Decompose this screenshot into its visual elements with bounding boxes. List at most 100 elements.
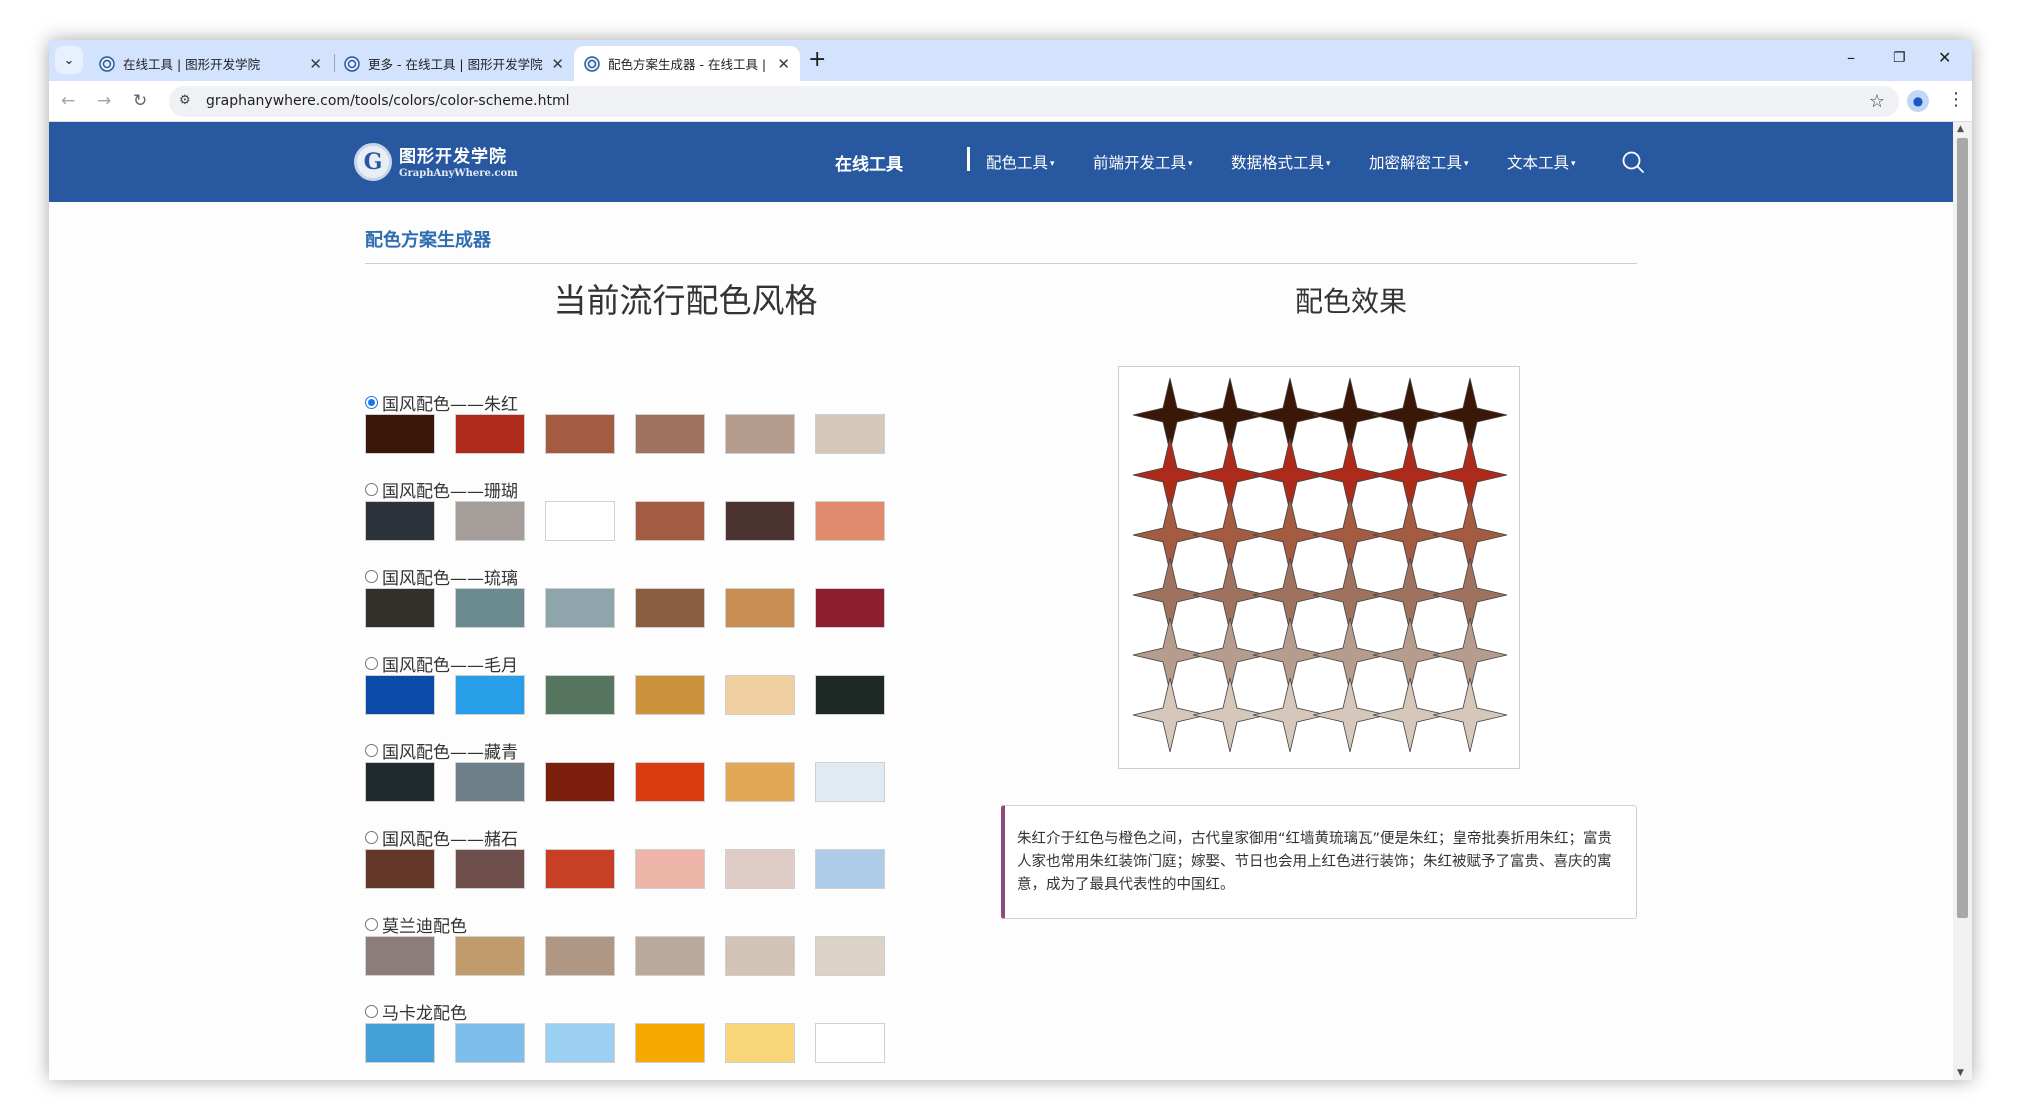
color-swatch[interactable]: [545, 414, 615, 454]
color-swatch[interactable]: [725, 936, 795, 976]
minimize-icon[interactable]: –: [1847, 48, 1855, 67]
site-info-icon[interactable]: ⚙: [179, 93, 191, 108]
back-arrow-icon[interactable]: ←: [61, 91, 75, 111]
scheme-option[interactable]: 国风配色——赭石: [365, 826, 885, 889]
url-text[interactable]: graphanywhere.com/tools/colors/color-sch…: [206, 93, 570, 109]
color-swatch[interactable]: [815, 414, 885, 454]
color-swatch[interactable]: [815, 762, 885, 802]
color-swatch[interactable]: [725, 414, 795, 454]
color-swatch[interactable]: [365, 501, 435, 541]
color-swatch[interactable]: [455, 1023, 525, 1063]
color-swatch[interactable]: [635, 762, 705, 802]
color-swatch[interactable]: [545, 588, 615, 628]
scrollbar-thumb[interactable]: [1957, 138, 1968, 918]
color-swatch[interactable]: [455, 675, 525, 715]
tab-online-tools[interactable]: 在线工具 | 图形开发学院 ✕: [89, 46, 332, 81]
address-bar[interactable]: ⚙ graphanywhere.com/tools/colors/color-s…: [169, 86, 1899, 117]
color-swatch[interactable]: [635, 414, 705, 454]
color-swatch[interactable]: [635, 588, 705, 628]
tab-close-icon[interactable]: ✕: [551, 55, 564, 73]
bookmark-star-icon[interactable]: ☆: [1869, 91, 1885, 112]
scheme-option[interactable]: 国风配色——毛月: [365, 652, 885, 715]
color-swatch[interactable]: [725, 675, 795, 715]
color-swatch[interactable]: [635, 849, 705, 889]
scheme-option[interactable]: 莫兰迪配色: [365, 913, 885, 976]
tab-color-scheme[interactable]: 配色方案生成器 - 在线工具 | 图 ✕: [574, 46, 800, 81]
scheme-option[interactable]: 国风配色——朱红: [365, 391, 885, 454]
color-swatch[interactable]: [455, 762, 525, 802]
page-scrollbar[interactable]: ▲ ▼: [1953, 122, 1972, 1080]
scroll-up-arrow-icon[interactable]: ▲: [1957, 124, 1964, 134]
scheme-label-row[interactable]: 国风配色——朱红: [365, 391, 518, 415]
color-swatch[interactable]: [365, 675, 435, 715]
color-swatch[interactable]: [455, 849, 525, 889]
menu-kebab-icon[interactable]: ⋮: [1947, 89, 1965, 110]
restore-icon[interactable]: ❐: [1893, 50, 1906, 66]
color-swatch[interactable]: [545, 762, 615, 802]
scheme-label-row[interactable]: 国风配色——毛月: [365, 652, 518, 676]
color-swatch[interactable]: [455, 414, 525, 454]
color-swatch[interactable]: [545, 849, 615, 889]
color-swatch[interactable]: [365, 588, 435, 628]
color-swatch[interactable]: [815, 1023, 885, 1063]
logo-icon[interactable]: G: [354, 143, 392, 181]
color-swatch[interactable]: [815, 588, 885, 628]
nav-crypto-tools[interactable]: 加密解密工具 ▾: [1369, 151, 1469, 173]
color-swatch[interactable]: [365, 1023, 435, 1063]
color-swatch[interactable]: [635, 936, 705, 976]
color-swatch[interactable]: [365, 414, 435, 454]
scheme-radio[interactable]: [365, 482, 378, 496]
scheme-radio[interactable]: [365, 917, 378, 931]
scheme-label-row[interactable]: 国风配色——藏青: [365, 739, 518, 763]
scheme-radio[interactable]: [365, 743, 378, 757]
nav-text-tools[interactable]: 文本工具 ▾: [1507, 151, 1576, 173]
scroll-down-arrow-icon[interactable]: ▼: [1957, 1068, 1964, 1078]
close-window-icon[interactable]: ✕: [1938, 48, 1951, 67]
scheme-label-row[interactable]: 国风配色——珊瑚: [365, 478, 518, 502]
scheme-radio[interactable]: [365, 1004, 378, 1018]
color-swatch[interactable]: [635, 675, 705, 715]
tab-search-chevron-icon[interactable]: ⌄: [55, 46, 83, 74]
color-swatch[interactable]: [455, 501, 525, 541]
nav-online-tools[interactable]: 在线工具: [835, 150, 903, 175]
color-swatch[interactable]: [365, 762, 435, 802]
scheme-option[interactable]: 国风配色——藏青: [365, 739, 885, 802]
forward-arrow-icon[interactable]: →: [97, 91, 111, 111]
color-swatch[interactable]: [815, 936, 885, 976]
scheme-option[interactable]: 国风配色——琉璃: [365, 565, 885, 628]
color-swatch[interactable]: [635, 501, 705, 541]
color-swatch[interactable]: [725, 588, 795, 628]
search-icon[interactable]: [1621, 150, 1645, 174]
color-swatch[interactable]: [815, 675, 885, 715]
color-swatch[interactable]: [635, 1023, 705, 1063]
tab-close-icon[interactable]: ✕: [777, 55, 790, 73]
scheme-radio[interactable]: [365, 395, 378, 409]
color-swatch[interactable]: [365, 936, 435, 976]
nav-color-tools[interactable]: 配色工具 ▾: [986, 151, 1055, 173]
color-swatch[interactable]: [725, 762, 795, 802]
scheme-radio[interactable]: [365, 830, 378, 844]
color-swatch[interactable]: [545, 936, 615, 976]
new-tab-plus-icon[interactable]: +: [808, 49, 826, 71]
color-swatch[interactable]: [815, 501, 885, 541]
scheme-label-row[interactable]: 马卡龙配色: [365, 1000, 467, 1024]
scheme-radio[interactable]: [365, 569, 378, 583]
color-swatch[interactable]: [545, 501, 615, 541]
scheme-label-row[interactable]: 国风配色——赭石: [365, 826, 518, 850]
tab-more-tools[interactable]: 更多 - 在线工具 | 图形开发学院 ✕: [334, 46, 574, 81]
tab-close-icon[interactable]: ✕: [309, 55, 322, 73]
color-swatch[interactable]: [545, 675, 615, 715]
scheme-label-row[interactable]: 莫兰迪配色: [365, 913, 467, 937]
scheme-label-row[interactable]: 国风配色——琉璃: [365, 565, 518, 589]
scheme-option[interactable]: 国风配色——珊瑚: [365, 478, 885, 541]
color-swatch[interactable]: [455, 936, 525, 976]
color-swatch[interactable]: [725, 501, 795, 541]
reload-icon[interactable]: ↻: [133, 91, 147, 111]
scheme-option[interactable]: 马卡龙配色: [365, 1000, 885, 1063]
color-swatch[interactable]: [725, 849, 795, 889]
color-swatch[interactable]: [815, 849, 885, 889]
profile-avatar-icon[interactable]: ●: [1907, 90, 1929, 112]
nav-data-format-tools[interactable]: 数据格式工具 ▾: [1231, 151, 1331, 173]
color-swatch[interactable]: [545, 1023, 615, 1063]
color-swatch[interactable]: [365, 849, 435, 889]
